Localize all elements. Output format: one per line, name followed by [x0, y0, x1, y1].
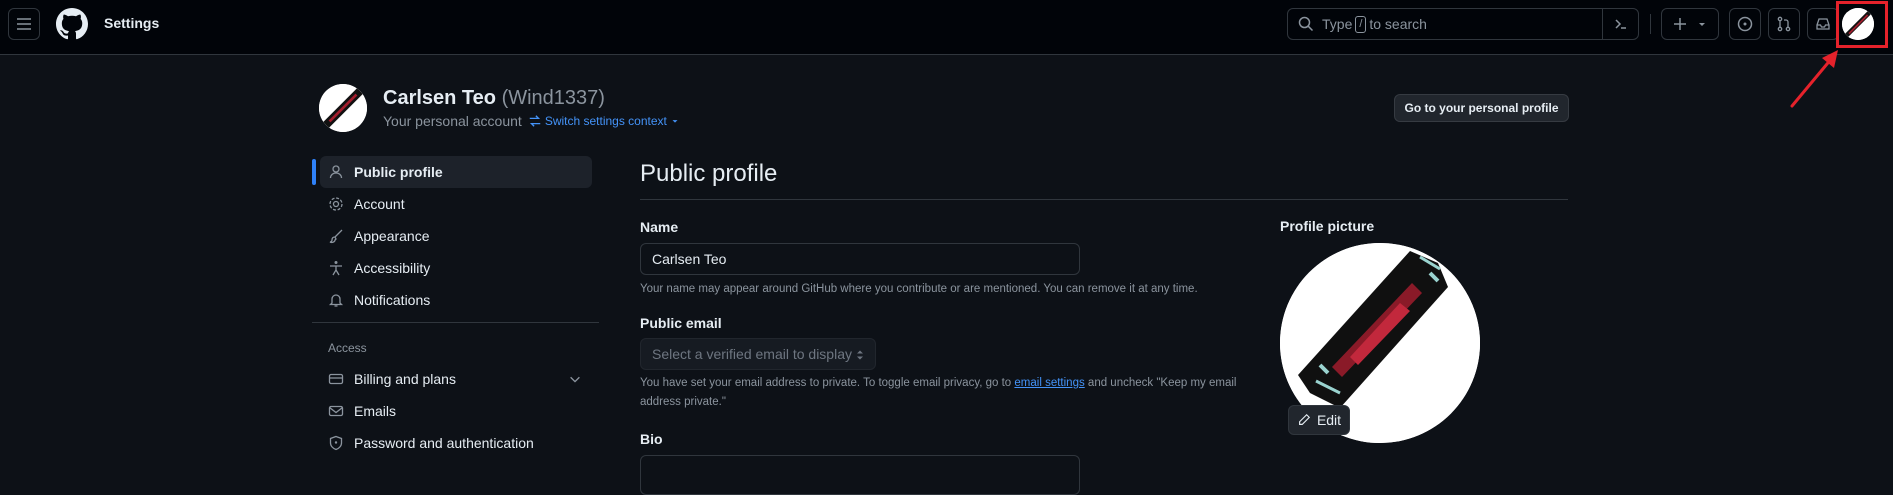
search-input[interactable]: Type / to search [1287, 8, 1639, 40]
sidebar-item-label: Accessibility [354, 260, 431, 276]
accessibility-icon [328, 260, 344, 276]
bell-icon [328, 292, 344, 308]
annotation-highlight-box [1836, 1, 1888, 48]
name-label: Name [640, 219, 679, 235]
public-email-note: You have set your email address to priva… [640, 374, 1260, 412]
git-pull-request-icon [1777, 16, 1791, 32]
sidebar-item-label: Emails [354, 403, 397, 419]
go-to-profile-button[interactable]: Go to your personal profile [1394, 94, 1569, 122]
terminal-icon [1614, 19, 1626, 29]
inbox-button[interactable] [1807, 8, 1839, 40]
sidebar-item-appearance[interactable]: Appearance [320, 220, 592, 252]
sidebar-item-accessibility[interactable]: Accessibility [320, 252, 592, 284]
person-icon [328, 164, 344, 180]
public-email-label: Public email [640, 315, 722, 331]
profile-picture-label: Profile picture [1280, 218, 1375, 234]
search-prefix: Type [1322, 16, 1353, 32]
switch-context-label: Switch settings context [544, 114, 667, 128]
bio-field[interactable] [640, 455, 1080, 495]
account-login: (Wind1337) [501, 87, 605, 109]
edit-picture-button[interactable]: Edit [1288, 405, 1350, 435]
menu-button[interactable] [8, 8, 40, 40]
public-email-placeholder: Select a verified email to display [652, 346, 852, 362]
sidebar-item-label: Public profile [354, 164, 443, 180]
sidebar-divider [312, 322, 599, 323]
gear-icon [328, 196, 344, 212]
command-palette-button[interactable] [1602, 8, 1638, 40]
sidebar-item-notifications[interactable]: Notifications [320, 284, 592, 316]
sidebar-item-password[interactable]: Password and authentication [320, 427, 592, 459]
account-display-name: Carlsen Teo [383, 87, 496, 109]
create-new-button[interactable] [1661, 8, 1719, 40]
sidebar-item-emails[interactable]: Emails [320, 395, 592, 427]
pencil-icon [1298, 413, 1310, 425]
email-settings-link[interactable]: email settings [1014, 377, 1084, 389]
shield-lock-icon [328, 435, 344, 451]
sidebar-item-label: Appearance [354, 228, 430, 244]
account-name: Carlsen Teo (Wind1337) [383, 87, 605, 110]
triangle-down-icon [672, 120, 678, 123]
select-arrows-icon [857, 350, 863, 360]
header-divider [1650, 14, 1651, 34]
sidebar-item-label: Billing and plans [354, 371, 456, 387]
sidebar-item-public-profile[interactable]: Public profile [320, 156, 592, 188]
account-subtitle: Your personal account Switch settings co… [383, 113, 680, 129]
name-note: Your name may appear around GitHub where… [640, 283, 1198, 295]
arrow-switch-icon [529, 115, 541, 127]
hamburger-icon [17, 18, 31, 30]
account-type: Your personal account [383, 113, 522, 129]
global-header: Settings Type / to search [0, 0, 1893, 55]
search-icon [1298, 16, 1314, 32]
name-field-value: Carlsen Teo [652, 251, 727, 267]
public-email-select[interactable]: Select a verified email to display [640, 338, 876, 370]
issue-opened-icon [1737, 16, 1753, 32]
pull-requests-button[interactable] [1768, 8, 1800, 40]
paintbrush-icon [328, 228, 344, 244]
search-shortcut-key: / [1355, 15, 1367, 33]
sidebar-group-heading: Access [328, 341, 367, 355]
email-note-text: You have set your email address to priva… [640, 377, 1012, 389]
page-title: Public profile [640, 160, 778, 187]
mail-icon [328, 403, 344, 419]
sidebar-item-label: Notifications [354, 292, 431, 308]
sidebar-item-label: Account [354, 196, 405, 212]
credit-card-icon [328, 371, 344, 387]
bio-label: Bio [640, 431, 663, 447]
switch-context-link[interactable]: Switch settings context [528, 114, 680, 128]
triangle-down-icon [1699, 23, 1705, 26]
title-divider [640, 199, 1568, 200]
chevron-down-icon[interactable] [568, 372, 582, 386]
active-indicator [312, 159, 316, 185]
plus-icon [1674, 18, 1686, 30]
sidebar-item-label: Password and authentication [354, 435, 534, 451]
account-avatar [319, 84, 367, 132]
annotation-arrow-icon [1790, 50, 1838, 108]
edit-label: Edit [1316, 412, 1342, 428]
avatar-image [319, 84, 367, 132]
search-suffix: to search [1369, 16, 1427, 32]
github-logo-icon[interactable] [56, 8, 88, 40]
sidebar-item-billing[interactable]: Billing and plans [320, 363, 592, 395]
context-title[interactable]: Settings [104, 15, 159, 31]
name-field[interactable]: Carlsen Teo [640, 243, 1080, 275]
inbox-icon [1816, 18, 1830, 30]
sidebar-item-account[interactable]: Account [320, 188, 592, 220]
issues-button[interactable] [1729, 8, 1761, 40]
